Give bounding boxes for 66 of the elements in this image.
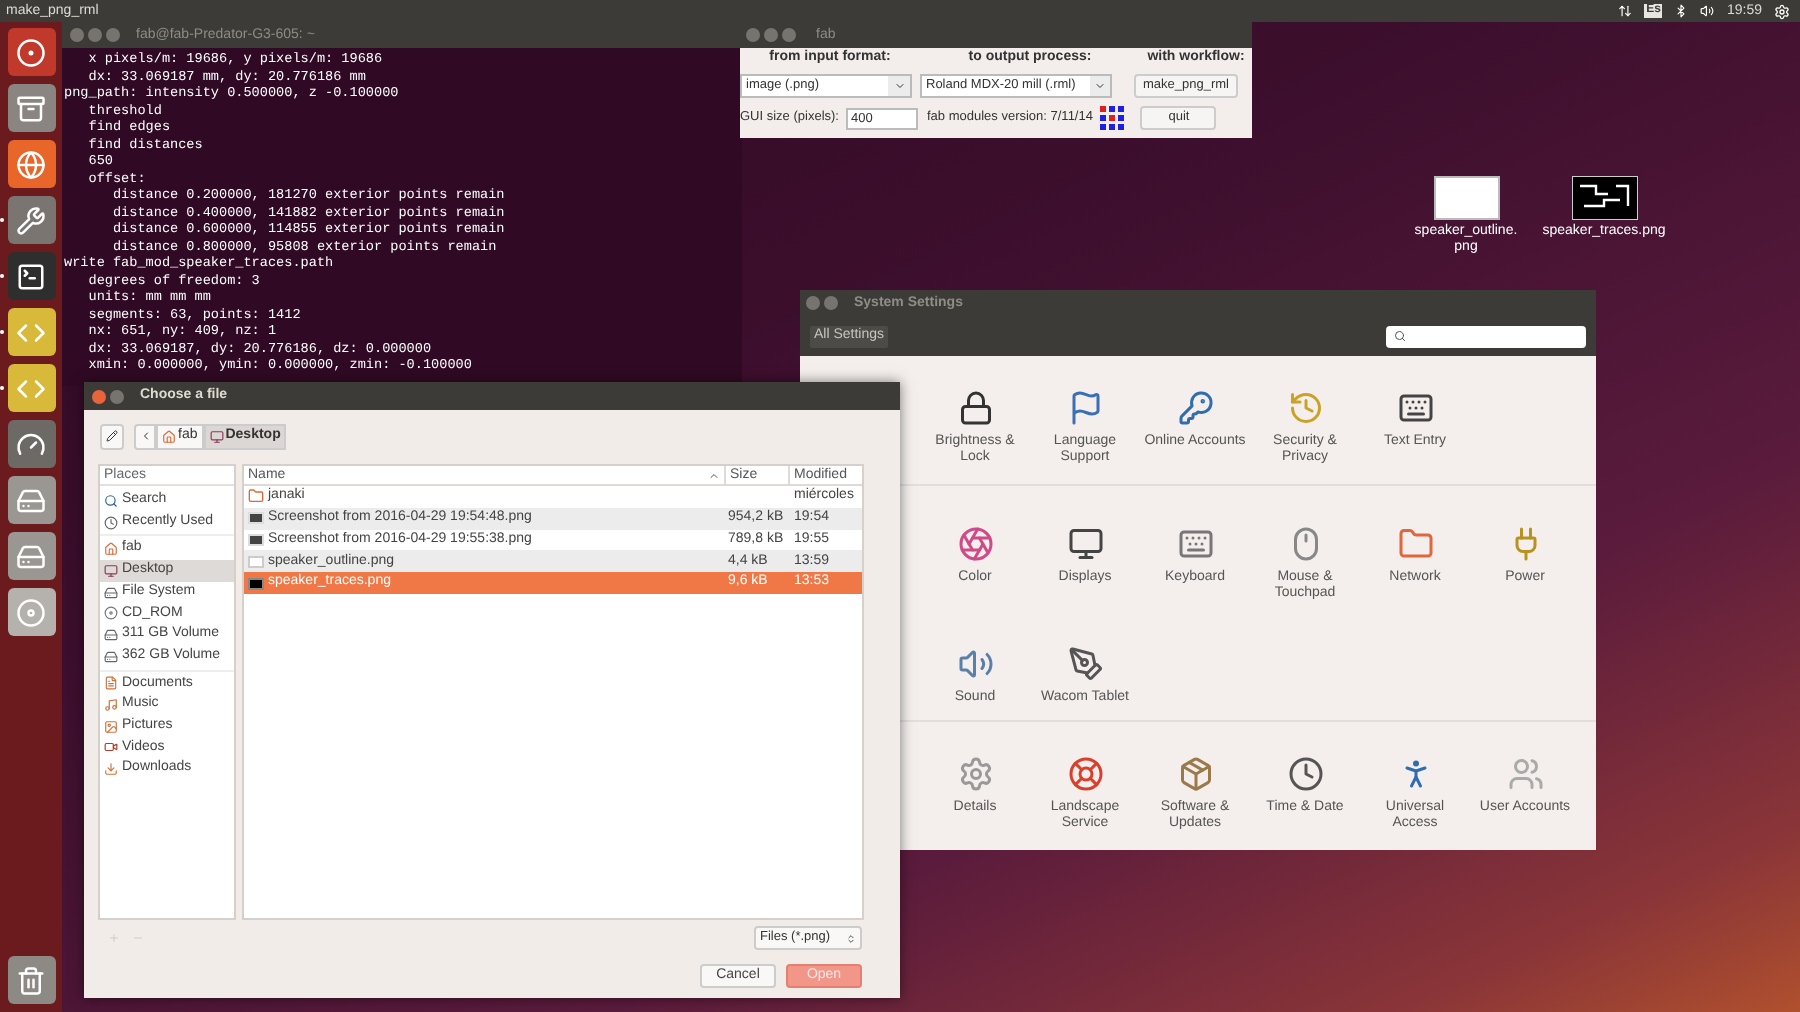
edit-location-button[interactable]: [100, 423, 124, 449]
minimize-button[interactable]: [764, 28, 778, 42]
monitor-icon[interactable]: [1067, 526, 1103, 562]
search-icon: [104, 493, 118, 508]
close-button[interactable]: [70, 28, 84, 42]
document-icon: [104, 676, 118, 691]
minimize-button[interactable]: [88, 28, 102, 42]
monitor-icon: [209, 429, 224, 443]
aperture-icon[interactable]: [957, 526, 993, 562]
search-icon: [1394, 330, 1406, 342]
speaker-icon[interactable]: [957, 645, 993, 681]
drive-icon: [104, 649, 118, 664]
circuit-image-icon[interactable]: [1571, 176, 1637, 220]
circuit-image-icon: [248, 577, 264, 590]
maximize-button[interactable]: [106, 28, 120, 42]
caret-icon: [1094, 80, 1106, 92]
key-icon[interactable]: [1177, 390, 1213, 426]
close-button[interactable]: [746, 28, 760, 42]
wrench-icon[interactable]: [7, 196, 55, 244]
home-icon: [104, 542, 118, 557]
bluetooth-icon[interactable]: [1674, 4, 1689, 18]
image-icon: [104, 719, 118, 734]
home-icon: [162, 429, 176, 443]
terminal-icon[interactable]: [7, 252, 55, 300]
monitor-icon: [104, 563, 118, 578]
code-icon[interactable]: [7, 364, 55, 412]
keyboard-icon[interactable]: [1177, 526, 1213, 562]
folder-icon[interactable]: [1397, 526, 1433, 562]
keyboard-icon[interactable]: [1397, 390, 1433, 426]
package-icon[interactable]: [1177, 756, 1213, 792]
pen-icon[interactable]: [1067, 645, 1103, 681]
trash-icon[interactable]: [7, 956, 55, 1004]
caret-icon: [893, 80, 905, 92]
clock-icon[interactable]: [1287, 756, 1323, 792]
drive-icon[interactable]: [7, 476, 55, 524]
drawer-icon[interactable]: [7, 84, 55, 132]
volume-icon[interactable]: [1700, 4, 1715, 18]
pencil-icon: [106, 430, 118, 442]
video-icon: [104, 740, 118, 755]
globe-icon[interactable]: [7, 140, 55, 188]
download-icon: [104, 762, 118, 777]
drive-icon[interactable]: [7, 532, 55, 580]
lock-icon[interactable]: [957, 390, 993, 426]
gauge-icon[interactable]: [7, 420, 55, 468]
close-button[interactable]: [92, 389, 106, 403]
network-icon[interactable]: [1618, 4, 1633, 18]
clock-icon: [104, 515, 118, 530]
music-icon: [104, 698, 118, 713]
drive-icon: [104, 585, 118, 600]
drive-icon: [104, 627, 118, 642]
folder-icon: [248, 488, 264, 505]
close-button[interactable]: [806, 296, 820, 310]
minimize-button[interactable]: [110, 389, 124, 403]
updown-caret-icon: [846, 933, 856, 943]
settings-icon[interactable]: [1774, 3, 1790, 19]
search-field[interactable]: [1386, 325, 1586, 347]
lifebuoy-icon[interactable]: [1067, 756, 1103, 792]
maximize-button[interactable]: [782, 28, 796, 42]
blank-image-icon: [248, 555, 264, 568]
dot-grid-icon: [1100, 106, 1125, 130]
gear-icon[interactable]: [957, 756, 993, 792]
minimize-button[interactable]: [824, 296, 838, 310]
code-icon[interactable]: [7, 308, 55, 356]
disc-icon: [104, 606, 118, 621]
flag-icon[interactable]: [1067, 390, 1103, 426]
sort-icon: [708, 469, 720, 481]
